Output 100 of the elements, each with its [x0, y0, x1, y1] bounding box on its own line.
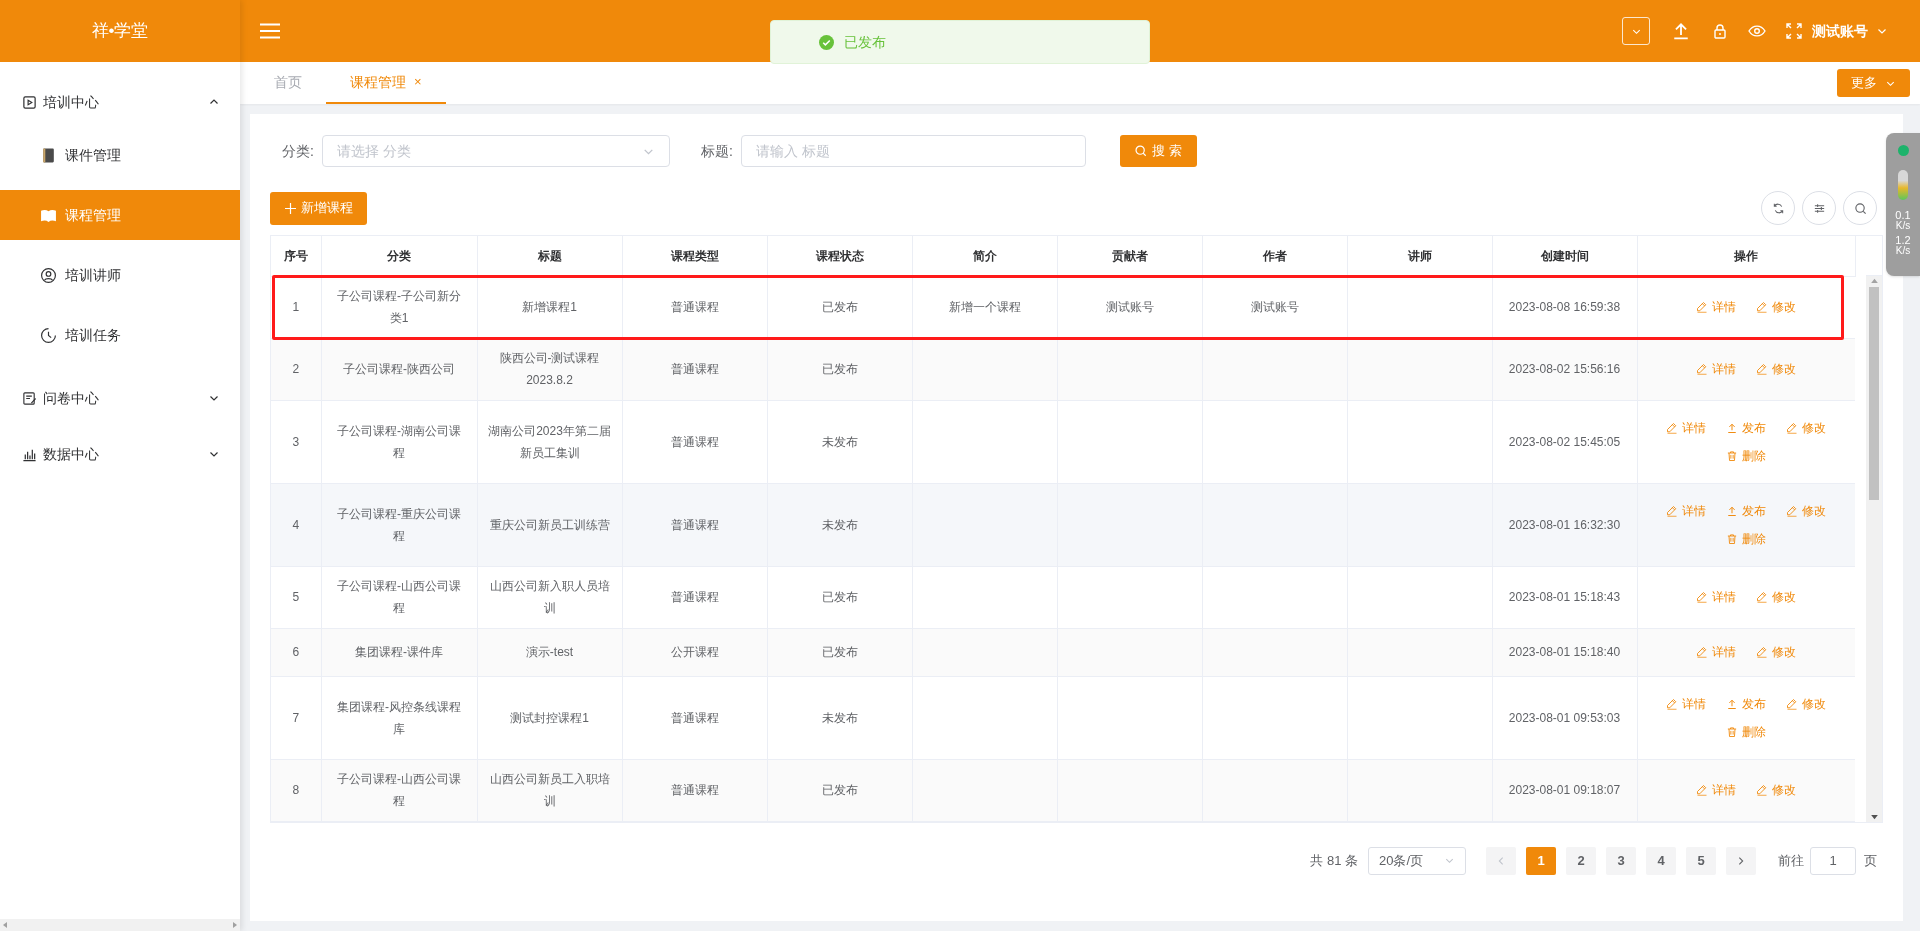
delete-link[interactable]: 删除: [1726, 722, 1767, 741]
user-icon: [40, 266, 57, 284]
page-tab[interactable]: 课程管理 ×: [326, 62, 446, 104]
edit-link[interactable]: 修改: [1756, 298, 1797, 316]
edit-link[interactable]: 详情: [1696, 588, 1737, 606]
publish-link[interactable]: 发布: [1726, 418, 1767, 437]
book-icon: [40, 146, 57, 164]
more-button[interactable]: 更多: [1837, 69, 1910, 97]
pencil-icon: [1786, 504, 1799, 517]
publish-link[interactable]: 发布: [1726, 694, 1767, 713]
scroll-right-icon: [232, 922, 238, 928]
sidebar-item[interactable]: 培训讲师: [0, 250, 240, 300]
dropdown-toggle[interactable]: [1622, 17, 1650, 45]
page-tab[interactable]: 首页: [250, 62, 326, 104]
table-cell: 子公司课程-重庆公司课程: [337, 506, 461, 543]
sidebar-item[interactable]: 培训任务: [0, 310, 240, 360]
table-cell: 测试账号: [1250, 300, 1299, 314]
pencil-icon: [1756, 301, 1769, 313]
scroll-down-icon: [1870, 814, 1878, 820]
table-cell: 测试账号: [1105, 300, 1154, 314]
column-header: 讲师: [1347, 236, 1492, 276]
eye-icon[interactable]: [1748, 25, 1766, 37]
pencil-icon: [1666, 504, 1679, 517]
edit-link[interactable]: 修改: [1756, 781, 1797, 799]
table-cell: 新增一个课程: [948, 300, 1021, 314]
sidebar-item[interactable]: 课件管理: [0, 130, 240, 180]
sidebar-group[interactable]: 数据中心: [0, 426, 240, 482]
column-header: 课程类型: [622, 236, 767, 276]
vertical-scrollbar[interactable]: [1866, 276, 1882, 822]
table-cell: 山西公司新员工入职培训: [489, 772, 610, 808]
total-count: 共 81 条: [1310, 851, 1358, 870]
edit-link[interactable]: 详情: [1666, 501, 1707, 520]
app-logo: 祥•学堂: [91, 20, 149, 43]
edit-link[interactable]: 修改: [1786, 501, 1827, 520]
add-course-button[interactable]: 新增课程: [270, 191, 367, 225]
plus-icon: [284, 202, 296, 214]
table-cell: 2023-08-02 15:45:05: [1508, 434, 1621, 449]
edit-link[interactable]: 详情: [1666, 694, 1707, 713]
page-button[interactable]: 4: [1646, 846, 1676, 875]
table-cell: 集团课程-风控条线课程库: [337, 699, 461, 736]
scroll-left-icon: [2, 922, 8, 928]
edit-link[interactable]: 修改: [1756, 588, 1797, 606]
sidebar-item[interactable]: 课程管理: [0, 190, 240, 240]
table-cell: 已发布: [821, 362, 858, 376]
goto-page-input[interactable]: 1: [1810, 846, 1856, 875]
delete-link[interactable]: 删除: [1726, 446, 1767, 465]
table-cell: 普通课程: [670, 783, 719, 797]
edit-link[interactable]: 详情: [1696, 781, 1737, 799]
lock-icon[interactable]: [1712, 23, 1728, 39]
sliders-icon: [1812, 201, 1826, 215]
table-cell: 普通课程: [670, 300, 719, 314]
title-input[interactable]: 请输入 标题: [740, 135, 1086, 167]
column-header: 标题: [477, 236, 622, 276]
table-cell: 普通课程: [670, 590, 719, 604]
delete-link[interactable]: 删除: [1726, 529, 1767, 548]
page-button[interactable]: 5: [1686, 846, 1716, 875]
table-cell: 2023-08-01 16:32:30: [1508, 517, 1621, 532]
close-tab-button[interactable]: ×: [414, 72, 422, 92]
category-select[interactable]: 请选择 分类: [321, 135, 670, 167]
edit-link[interactable]: 修改: [1756, 643, 1797, 661]
page-button[interactable]: 3: [1606, 846, 1636, 875]
pencil-icon: [1756, 363, 1769, 375]
edit-link[interactable]: 修改: [1786, 694, 1827, 713]
sidebar-group[interactable]: 培训中心: [0, 74, 240, 130]
sidebar-group[interactable]: 问卷中心: [0, 370, 240, 426]
table-cell: 2023-08-01 09:53:03: [1508, 710, 1621, 725]
form-icon: [22, 390, 37, 406]
page-size-select[interactable]: 20条/页: [1368, 846, 1466, 875]
speed-unit: K/s: [1895, 221, 1911, 231]
edit-link[interactable]: 详情: [1696, 360, 1737, 378]
table-cell: 5: [292, 590, 300, 604]
scrollbar-thumb[interactable]: [1869, 287, 1879, 500]
edit-link[interactable]: 详情: [1696, 298, 1737, 316]
pencil-icon: [1696, 646, 1709, 658]
fullscreen-icon[interactable]: [1786, 23, 1802, 39]
edit-link[interactable]: 修改: [1756, 360, 1797, 378]
horizontal-scrollbar[interactable]: [0, 919, 240, 931]
refresh-icon: [1771, 201, 1785, 215]
table-cell: 测试封控课程1: [510, 710, 589, 725]
table-cell: 普通课程: [670, 517, 719, 532]
pencil-icon: [1696, 301, 1709, 313]
pencil-icon: [1756, 646, 1769, 658]
page-button[interactable]: 2: [1566, 846, 1596, 875]
table-cell: 已发布: [821, 645, 858, 659]
upload-icon[interactable]: [1672, 22, 1690, 40]
user-menu[interactable]: 测试账号: [1812, 20, 1868, 42]
menu-icon[interactable]: [260, 23, 280, 39]
publish-link[interactable]: 发布: [1726, 501, 1767, 520]
column-header: 简介: [912, 236, 1057, 276]
search-button[interactable]: 搜 索: [1119, 135, 1197, 167]
search-icon: [1134, 145, 1147, 157]
edit-link[interactable]: 修改: [1786, 418, 1827, 437]
play-icon: [22, 94, 37, 110]
table-cell: 2023-08-01 15:18:43: [1508, 590, 1621, 604]
edit-link[interactable]: 详情: [1666, 418, 1707, 437]
network-speed-widget[interactable]: 0.1 K/s 1.2 K/s: [1886, 133, 1920, 276]
trash-icon: [1726, 449, 1739, 462]
page-button[interactable]: 1: [1526, 846, 1556, 875]
table-cell: 未发布: [821, 517, 858, 532]
edit-link[interactable]: 详情: [1696, 643, 1737, 661]
